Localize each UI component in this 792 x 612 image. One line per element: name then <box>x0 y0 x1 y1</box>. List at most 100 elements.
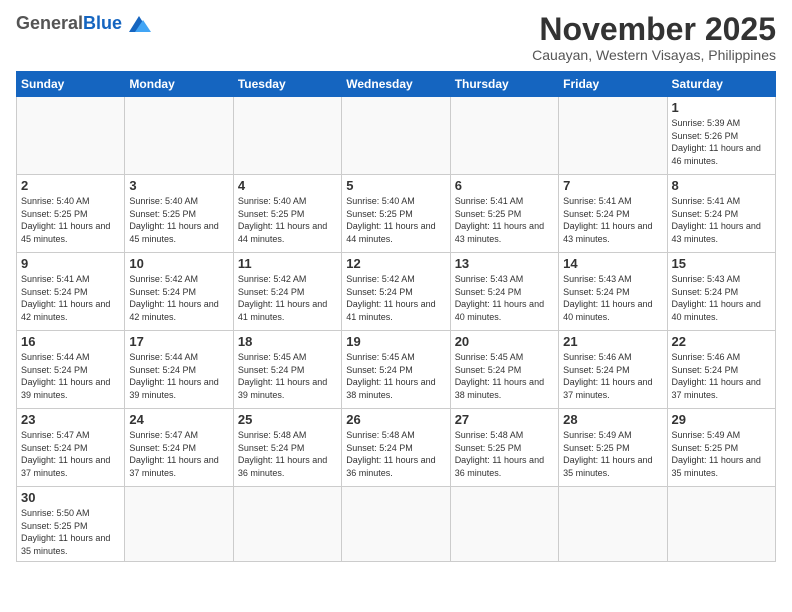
day-info: Sunrise: 5:45 AMSunset: 5:24 PMDaylight:… <box>238 351 337 401</box>
logo-general-text: General <box>16 13 83 34</box>
day-number: 8 <box>672 178 771 193</box>
table-row: 16 Sunrise: 5:44 AMSunset: 5:24 PMDayligh… <box>17 331 125 409</box>
table-row: 22 Sunrise: 5:46 AMSunset: 5:24 PMDayligh… <box>667 331 775 409</box>
day-info: Sunrise: 5:50 AMSunset: 5:25 PMDaylight:… <box>21 507 120 557</box>
table-row: 26 Sunrise: 5:48 AMSunset: 5:24 PMDayligh… <box>342 409 450 487</box>
calendar-table: Sunday Monday Tuesday Wednesday Thursday… <box>16 71 776 561</box>
day-info: Sunrise: 5:42 AMSunset: 5:24 PMDaylight:… <box>238 273 337 323</box>
header: GeneralBlue November 2025 Cauayan, Weste… <box>16 12 776 63</box>
day-info: Sunrise: 5:43 AMSunset: 5:24 PMDaylight:… <box>672 273 771 323</box>
day-info: Sunrise: 5:47 AMSunset: 5:24 PMDaylight:… <box>21 429 120 479</box>
table-row: 28 Sunrise: 5:49 AMSunset: 5:25 PMDayligh… <box>559 409 667 487</box>
day-info: Sunrise: 5:40 AMSunset: 5:25 PMDaylight:… <box>129 195 228 245</box>
day-number: 17 <box>129 334 228 349</box>
day-number: 24 <box>129 412 228 427</box>
day-info: Sunrise: 5:41 AMSunset: 5:24 PMDaylight:… <box>672 195 771 245</box>
table-row: 6 Sunrise: 5:41 AMSunset: 5:25 PMDaylight… <box>450 175 558 253</box>
logo: GeneralBlue <box>16 12 153 34</box>
day-info: Sunrise: 5:48 AMSunset: 5:24 PMDaylight:… <box>238 429 337 479</box>
table-row <box>125 97 233 175</box>
day-info: Sunrise: 5:39 AMSunset: 5:26 PMDaylight:… <box>672 117 771 167</box>
table-row <box>125 487 233 561</box>
table-row: 27 Sunrise: 5:48 AMSunset: 5:25 PMDayligh… <box>450 409 558 487</box>
day-info: Sunrise: 5:49 AMSunset: 5:25 PMDaylight:… <box>563 429 662 479</box>
day-number: 14 <box>563 256 662 271</box>
day-info: Sunrise: 5:41 AMSunset: 5:24 PMDaylight:… <box>21 273 120 323</box>
table-row: 29 Sunrise: 5:49 AMSunset: 5:25 PMDayligh… <box>667 409 775 487</box>
header-friday: Friday <box>559 72 667 97</box>
day-info: Sunrise: 5:48 AMSunset: 5:24 PMDaylight:… <box>346 429 445 479</box>
table-row: 17Sunrise: 5:44 AMSunset: 5:24 PMDayligh… <box>125 331 233 409</box>
table-row: 15Sunrise: 5:43 AMSunset: 5:24 PMDayligh… <box>667 253 775 331</box>
table-row <box>667 487 775 561</box>
table-row: 19Sunrise: 5:45 AMSunset: 5:24 PMDayligh… <box>342 331 450 409</box>
day-number: 30 <box>21 490 120 505</box>
day-info: Sunrise: 5:40 AMSunset: 5:25 PMDaylight:… <box>21 195 120 245</box>
table-row: 23Sunrise: 5:47 AMSunset: 5:24 PMDayligh… <box>17 409 125 487</box>
table-row: 24Sunrise: 5:47 AMSunset: 5:24 PMDayligh… <box>125 409 233 487</box>
page: GeneralBlue November 2025 Cauayan, Weste… <box>0 0 792 612</box>
table-row: 8 Sunrise: 5:41 AMSunset: 5:24 PMDaylight… <box>667 175 775 253</box>
table-row: 3 Sunrise: 5:40 AMSunset: 5:25 PMDaylight… <box>125 175 233 253</box>
table-row <box>450 487 558 561</box>
location-title: Cauayan, Western Visayas, Philippines <box>532 47 776 63</box>
table-row: 9Sunrise: 5:41 AMSunset: 5:24 PMDaylight… <box>17 253 125 331</box>
day-number: 11 <box>238 256 337 271</box>
day-number: 28 <box>563 412 662 427</box>
title-block: November 2025 Cauayan, Western Visayas, … <box>532 12 776 63</box>
table-row: 20 Sunrise: 5:45 AMSunset: 5:24 PMDayligh… <box>450 331 558 409</box>
table-row: 1 Sunrise: 5:39 AMSunset: 5:26 PMDaylight… <box>667 97 775 175</box>
table-row: 14 Sunrise: 5:43 AMSunset: 5:24 PMDayligh… <box>559 253 667 331</box>
table-row <box>17 97 125 175</box>
day-info: Sunrise: 5:43 AMSunset: 5:24 PMDaylight:… <box>563 273 662 323</box>
day-number: 26 <box>346 412 445 427</box>
day-number: 4 <box>238 178 337 193</box>
weekday-header-row: Sunday Monday Tuesday Wednesday Thursday… <box>17 72 776 97</box>
day-info: Sunrise: 5:46 AMSunset: 5:24 PMDaylight:… <box>563 351 662 401</box>
day-number: 22 <box>672 334 771 349</box>
table-row: 30 Sunrise: 5:50 AMSunset: 5:25 PMDayligh… <box>17 487 125 561</box>
day-number: 27 <box>455 412 554 427</box>
day-number: 7 <box>563 178 662 193</box>
day-info: Sunrise: 5:43 AMSunset: 5:24 PMDaylight:… <box>455 273 554 323</box>
table-row: 18 Sunrise: 5:45 AMSunset: 5:24 PMDayligh… <box>233 331 341 409</box>
day-number: 13 <box>455 256 554 271</box>
table-row: 25 Sunrise: 5:48 AMSunset: 5:24 PMDayligh… <box>233 409 341 487</box>
day-number: 20 <box>455 334 554 349</box>
table-row: 21 Sunrise: 5:46 AMSunset: 5:24 PMDayligh… <box>559 331 667 409</box>
table-row <box>450 97 558 175</box>
day-info: Sunrise: 5:40 AMSunset: 5:25 PMDaylight:… <box>346 195 445 245</box>
day-info: Sunrise: 5:44 AMSunset: 5:24 PMDaylight:… <box>21 351 120 401</box>
logo-blue-text: Blue <box>83 13 122 34</box>
header-tuesday: Tuesday <box>233 72 341 97</box>
table-row <box>559 97 667 175</box>
day-info: Sunrise: 5:48 AMSunset: 5:25 PMDaylight:… <box>455 429 554 479</box>
table-row: 4Sunrise: 5:40 AMSunset: 5:25 PMDaylight… <box>233 175 341 253</box>
table-row <box>233 487 341 561</box>
header-saturday: Saturday <box>667 72 775 97</box>
day-number: 21 <box>563 334 662 349</box>
table-row <box>342 97 450 175</box>
table-row <box>342 487 450 561</box>
header-monday: Monday <box>125 72 233 97</box>
day-info: Sunrise: 5:41 AMSunset: 5:24 PMDaylight:… <box>563 195 662 245</box>
day-number: 25 <box>238 412 337 427</box>
month-title: November 2025 <box>532 12 776 47</box>
day-info: Sunrise: 5:49 AMSunset: 5:25 PMDaylight:… <box>672 429 771 479</box>
day-number: 1 <box>672 100 771 115</box>
day-number: 18 <box>238 334 337 349</box>
table-row: 13 Sunrise: 5:43 AMSunset: 5:24 PMDayligh… <box>450 253 558 331</box>
day-number: 5 <box>346 178 445 193</box>
table-row: 5 Sunrise: 5:40 AMSunset: 5:25 PMDaylight… <box>342 175 450 253</box>
day-info: Sunrise: 5:41 AMSunset: 5:25 PMDaylight:… <box>455 195 554 245</box>
day-number: 16 <box>21 334 120 349</box>
table-row: 7 Sunrise: 5:41 AMSunset: 5:24 PMDaylight… <box>559 175 667 253</box>
day-number: 29 <box>672 412 771 427</box>
table-row: 11 Sunrise: 5:42 AMSunset: 5:24 PMDayligh… <box>233 253 341 331</box>
day-number: 6 <box>455 178 554 193</box>
day-info: Sunrise: 5:45 AMSunset: 5:24 PMDaylight:… <box>455 351 554 401</box>
day-number: 3 <box>129 178 228 193</box>
logo-icon <box>125 12 153 34</box>
day-number: 12 <box>346 256 445 271</box>
day-info: Sunrise: 5:46 AMSunset: 5:24 PMDaylight:… <box>672 351 771 401</box>
